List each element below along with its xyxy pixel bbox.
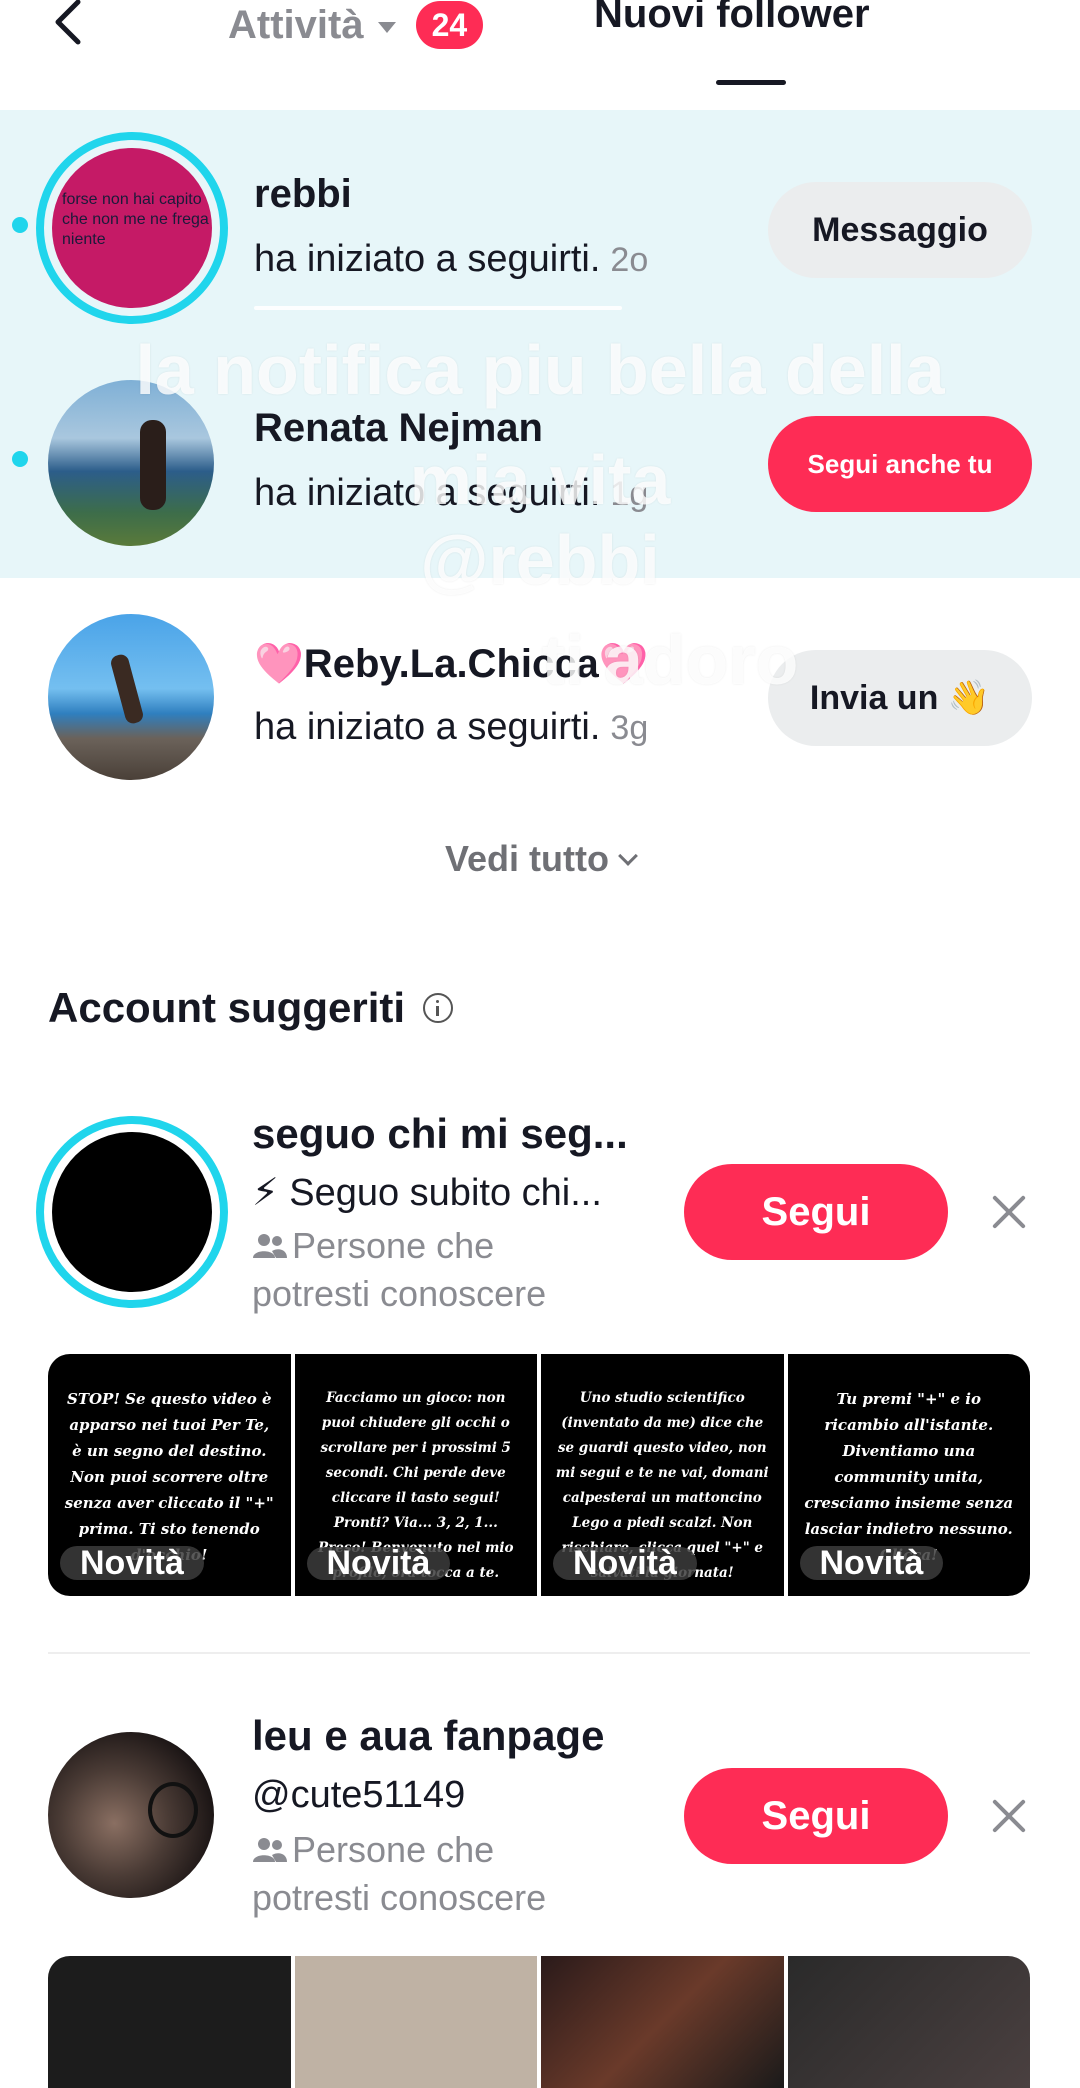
dismiss-icon[interactable]: [987, 1190, 1031, 1234]
follower-name[interactable]: Renata Nejman: [254, 406, 543, 451]
tab-activity-label: Attività: [228, 2, 364, 47]
account-name[interactable]: seguo chi mi seg...: [252, 1110, 628, 1158]
see-all-link[interactable]: Vedi tutto: [0, 838, 1080, 880]
video-thumbnails: STOP! Se questo video è apparso nei tuoi…: [48, 1354, 1030, 1596]
tab-activity[interactable]: Attività 24: [228, 0, 484, 50]
people-icon: [252, 1828, 288, 1862]
account-name[interactable]: leu e aua fanpage: [252, 1712, 604, 1760]
top-header: Attività 24 Nuovi follower: [0, 0, 1080, 110]
follow-description: ha iniziato a seguirti. 2o: [254, 238, 648, 281]
avatar-person-shape: [109, 652, 145, 726]
video-thumbnail[interactable]: [787, 1956, 1030, 2088]
activity-count-badge: 24: [415, 1, 484, 49]
avatar[interactable]: [48, 614, 214, 780]
avatar[interactable]: [48, 380, 214, 546]
unread-dot: [12, 217, 28, 233]
video-thumbnail[interactable]: Uno studio scientifico (inventato da me)…: [541, 1354, 784, 1596]
timestamp: 3g: [610, 709, 649, 747]
follow-button[interactable]: Segui: [684, 1164, 948, 1260]
account-bio: ⚡ Seguo subito chi...: [252, 1172, 602, 1214]
suggestion-reason: Persone che potresti conoscere: [252, 1826, 612, 1922]
new-badge: Novità: [553, 1546, 697, 1580]
action-text: ha iniziato a seguirti.: [254, 472, 601, 514]
notification-row[interactable]: 🩷Reby.La.Chicca🩷 ha iniziato a seguirti.…: [0, 578, 1080, 812]
caret-down-icon: [377, 21, 396, 33]
account-handle: @cute51149: [252, 1774, 466, 1816]
video-caption: Tu premi "+" e io ricambio all'istante. …: [804, 1390, 1014, 1564]
new-badge: Novità: [60, 1546, 204, 1580]
action-text: ha iniziato a seguirti.: [254, 706, 601, 748]
follow-button[interactable]: Segui: [684, 1768, 948, 1864]
avatar-person-shape: [140, 420, 166, 510]
headphones-shape: [148, 1782, 198, 1838]
wave-button[interactable]: Invia un 👋: [768, 650, 1032, 746]
timestamp: 2o: [610, 241, 649, 279]
suggestion-reason-text: Persone che potresti conoscere: [252, 1829, 547, 1918]
notification-row[interactable]: Renata Nejman ha iniziato a seguirti. 1g …: [0, 344, 1080, 578]
dismiss-icon[interactable]: [987, 1794, 1031, 1838]
follower-name[interactable]: rebbi: [254, 172, 352, 217]
timestamp: 1g: [610, 475, 649, 513]
follow-back-button[interactable]: Segui anche tu: [768, 416, 1032, 512]
info-icon[interactable]: [423, 993, 454, 1023]
message-button[interactable]: Messaggio: [768, 182, 1032, 278]
section-title-label: Account suggeriti: [48, 984, 406, 1031]
unread-dot: [12, 451, 28, 467]
video-thumbnails: [48, 1956, 1030, 2088]
video-thumbnail[interactable]: [294, 1956, 537, 2088]
video-thumbnail[interactable]: STOP! Se questo video è apparso nei tuoi…: [48, 1354, 291, 1596]
suggestion-reason: Persone che potresti conoscere: [252, 1222, 612, 1318]
avatar-text: forse non hai capito che non me ne frega…: [62, 191, 209, 248]
video-caption: STOP! Se questo video è apparso nei tuoi…: [64, 1390, 274, 1564]
avatar[interactable]: [48, 1732, 214, 1898]
new-badge: Novità: [306, 1546, 451, 1580]
back-arrow-icon[interactable]: [50, 0, 90, 50]
avatar[interactable]: forse non hai capito che non me ne frega…: [52, 148, 212, 308]
suggestion-reason-text: Persone che potresti conoscere: [252, 1225, 547, 1314]
follow-description: ha iniziato a seguirti. 1g: [254, 472, 648, 515]
story-progress-line: [254, 306, 622, 310]
section-divider: [48, 1652, 1030, 1654]
people-icon: [252, 1224, 288, 1258]
action-text: ha iniziato a seguirti.: [254, 238, 601, 280]
suggested-accounts-title: Account suggeriti: [48, 984, 454, 1032]
video-thumbnail[interactable]: Facciamo un gioco: non puoi chiudere gli…: [294, 1354, 537, 1596]
new-badge: Novità: [799, 1546, 944, 1580]
chevron-down-icon: [618, 846, 638, 866]
tab-new-followers[interactable]: Nuovi follower: [594, 0, 870, 37]
follower-name[interactable]: 🩷Reby.La.Chicca🩷: [254, 640, 649, 687]
avatar[interactable]: [52, 1132, 212, 1292]
video-thumbnail[interactable]: Tu premi "+" e io ricambio all'istante. …: [787, 1354, 1030, 1596]
video-thumbnail[interactable]: [541, 1956, 784, 2088]
video-thumbnail[interactable]: [48, 1956, 291, 2088]
see-all-label: Vedi tutto: [445, 838, 609, 879]
active-tab-indicator: [716, 80, 786, 85]
follow-description: ha iniziato a seguirti. 3g: [254, 706, 648, 749]
